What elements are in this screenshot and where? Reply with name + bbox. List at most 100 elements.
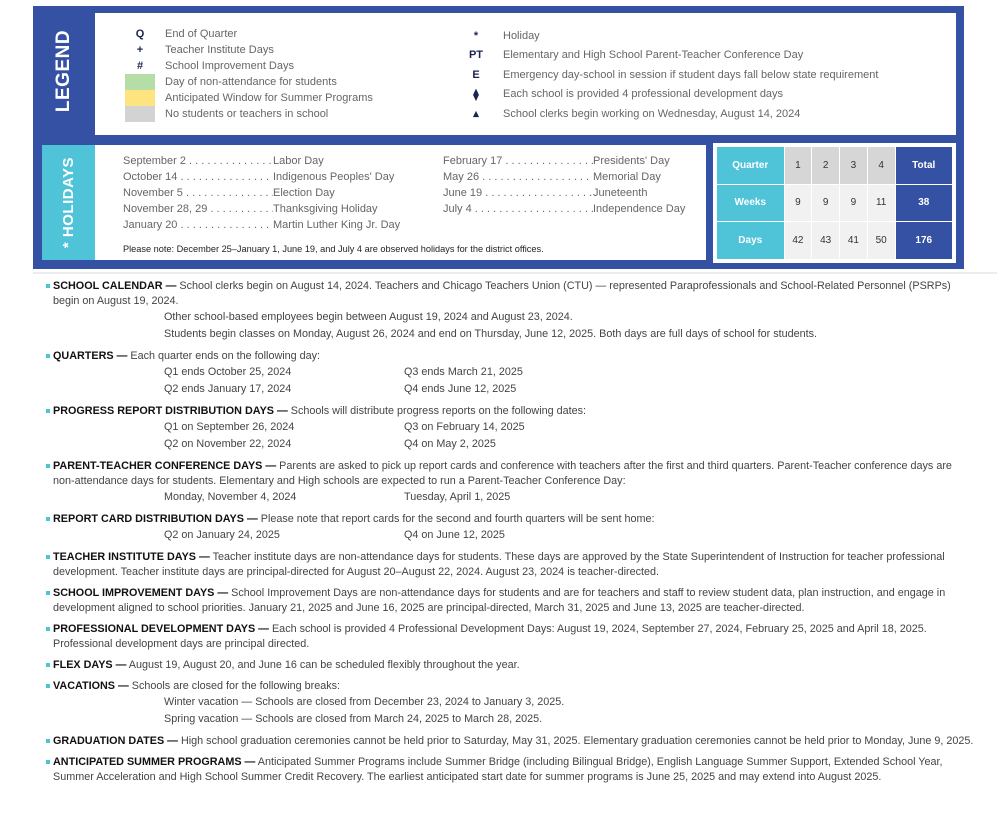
note-date-pair: Monday, November 4, 2024 Tuesday, April 1… (46, 489, 976, 506)
legend-item: No students or teachers in school (125, 106, 373, 122)
note-item: SCHOOL CALENDAR — School clerks begin on… (46, 279, 976, 343)
stats-value: 50 (866, 221, 896, 260)
legend-symbol-icon: # (136, 60, 144, 72)
holiday-date: November 5 . . . . . . . . . . . . . . .… (123, 187, 273, 199)
note-date: Q1 ends October 25, 2024 (164, 366, 292, 378)
legend-label: No students or teachers in school (165, 108, 329, 120)
holiday-item: November 5 . . . . . . . . . . . . . . .… (123, 187, 400, 203)
note-item: REPORT CARD DISTRIBUTION DAYS — Please n… (46, 512, 976, 544)
legend-label: Teacher Institute Days (165, 44, 274, 56)
calendar-key-panel: LEGEND Q End of Quarter + Teacher Institute… (33, 6, 964, 269)
note-subline: Students begin classes on Monday, August… (164, 328, 818, 340)
holiday-name: Juneteenth (593, 187, 648, 199)
note-title: REPORT CARD DISTRIBUTION DAYS — (53, 513, 258, 525)
quarter-number: 2 (811, 146, 841, 185)
legend-label: Holiday (503, 29, 540, 42)
note-date-pair: Q2 on November 22, 2024 Q4 on May 2, 2025 (46, 436, 976, 453)
holidays-column-2: February 17 . . . . . . . . . . . . . . … (443, 155, 685, 219)
note-title: PARENT-TEACHER CONFERENCE DAYS — (53, 460, 277, 472)
holiday-date: May 26 . . . . . . . . . . . . . . . . .… (443, 171, 593, 183)
holidays-tab: * HOLIDAYS (42, 145, 95, 260)
quarter-stats-table: Quarter 1 2 3 4 Total Weeks 9 9 9 11 38 Days 42 43 41 50… (716, 146, 954, 260)
note-paragraph: FLEX DAYS — August 19, August 20, and Ju… (46, 658, 976, 673)
color-swatch (125, 106, 155, 122)
bullet-icon (46, 555, 50, 560)
stats-row-header: Days (716, 221, 785, 260)
bullet-icon (46, 739, 50, 744)
stats-value: 43 (811, 221, 841, 260)
calendar-notes: SCHOOL CALENDAR — School clerks begin on… (46, 279, 976, 791)
legend-label: Elementary and High School Parent-Teache… (503, 49, 804, 62)
quarter-number: 1 (783, 146, 813, 185)
holidays-title: * HOLIDAYS (60, 156, 78, 249)
stats-value: 9 (839, 183, 868, 223)
legend-box: Q End of Quarter + Teacher Institute Days # S… (95, 13, 956, 135)
note-title: SCHOOL CALENDAR — (53, 280, 177, 292)
note-date: Q2 on November 22, 2024 (164, 438, 292, 450)
bullet-icon (46, 591, 50, 596)
quarter-stats: Quarter 1 2 3 4 Total Weeks 9 9 9 11 38 Days 42 43 41 50… (713, 143, 956, 263)
legend-item: Q End of Quarter (125, 26, 373, 42)
note-subline: Winter vacation — Schools are closed fro… (164, 696, 565, 708)
note-item: TEACHER INSTITUTE DAYS — Teacher institu… (46, 550, 976, 580)
legend-label: Anticipated Window for Summer Programs (165, 92, 373, 104)
note-date: Q1 on September 26, 2024 (164, 421, 295, 433)
note-title: QUARTERS — (53, 350, 128, 362)
note-item: QUARTERS — Each quarter ends on the foll… (46, 349, 976, 398)
legend-item: PT Elementary and High School Parent-Teac… (462, 46, 878, 66)
stats-row: Days 42 43 41 50 176 (716, 221, 954, 260)
holiday-name: Thanksgiving Holiday (273, 203, 378, 215)
holidays-note: Please note: December 25–January 1, June… (123, 244, 544, 254)
note-title: ANTICIPATED SUMMER PROGRAMS — (53, 756, 256, 768)
holiday-name: Independence Day (593, 203, 686, 215)
note-paragraph: SCHOOL CALENDAR — School clerks begin on… (46, 279, 976, 309)
legend-item: E Emergency day-school in session if stud… (462, 65, 878, 85)
note-paragraph: VACATIONS — Schools are closed for the f… (46, 679, 976, 694)
stats-value: 9 (783, 183, 813, 223)
quarter-number: 3 (839, 146, 868, 185)
holiday-item: June 19 . . . . . . . . . . . . . . . . … (443, 187, 685, 203)
note-item: FLEX DAYS — August 19, August 20, and Ju… (46, 658, 976, 673)
note-date: Q2 ends January 17, 2024 (164, 383, 292, 395)
note-text: School clerks begin on August 14, 2024. … (53, 280, 951, 307)
note-item: PARENT-TEACHER CONFERENCE DAYS — Parents… (46, 459, 976, 506)
holiday-name: Election Day (273, 187, 335, 199)
note-date: Q4 on May 2, 2025 (404, 438, 496, 450)
stats-total: 176 (894, 221, 954, 260)
holiday-item: November 28, 29 . . . . . . . . . . . . … (123, 203, 400, 219)
stats-header-row: Quarter 1 2 3 4 Total (716, 146, 954, 185)
note-date-pair: Q1 on September 26, 2024 Q3 on February 1… (46, 419, 976, 436)
note-title: FLEX DAYS — (53, 659, 127, 671)
stats-value: 41 (839, 221, 868, 260)
color-swatch (125, 90, 155, 106)
holiday-item: May 26 . . . . . . . . . . . . . . . . .… (443, 171, 685, 187)
note-date: Q4 on June 12, 2025 (404, 529, 505, 541)
note-title: VACATIONS — (53, 680, 129, 692)
legend-symbol-icon: E (472, 68, 480, 81)
legend-item: Day of non-attendance for students (125, 74, 373, 90)
legend-item: * Holiday (462, 26, 878, 46)
holiday-name: Presidents' Day (593, 155, 670, 167)
holiday-item: July 4 . . . . . . . . . . . . . . . . .… (443, 203, 685, 219)
bullet-icon (46, 684, 50, 689)
note-date: Q3 on February 14, 2025 (404, 421, 525, 433)
bullet-icon (46, 760, 50, 765)
holiday-item: September 2 . . . . . . . . . . . . . . … (123, 155, 400, 171)
holiday-date: October 14 . . . . . . . . . . . . . . .… (123, 171, 273, 183)
legend-item: ▴ School clerks begin working on Wednesda… (462, 104, 878, 124)
holiday-date: September 2 . . . . . . . . . . . . . . … (123, 155, 273, 167)
legend-label: Each school is provided 4 professional d… (503, 88, 784, 101)
note-date: Tuesday, April 1, 2025 (404, 491, 511, 503)
legend-symbol-icon: ⧫ (473, 88, 479, 101)
note-text: Please note that report cards for the se… (257, 513, 655, 525)
note-text: High school graduation ceremonies cannot… (177, 735, 974, 747)
note-item: ANTICIPATED SUMMER PROGRAMS — Anticipate… (46, 755, 976, 785)
note-title: SCHOOL IMPROVEMENT DAYS — (53, 587, 229, 599)
note-item: GRADUATION DATES — High school graduatio… (46, 734, 976, 749)
holiday-name: Memorial Day (593, 171, 661, 183)
holidays-box: September 2 . . . . . . . . . . . . . . … (95, 145, 706, 260)
stats-value: 11 (866, 183, 896, 223)
legend-item: Anticipated Window for Summer Programs (125, 90, 373, 106)
legend-item: # School Improvement Days (125, 58, 373, 74)
bullet-icon (46, 627, 50, 632)
